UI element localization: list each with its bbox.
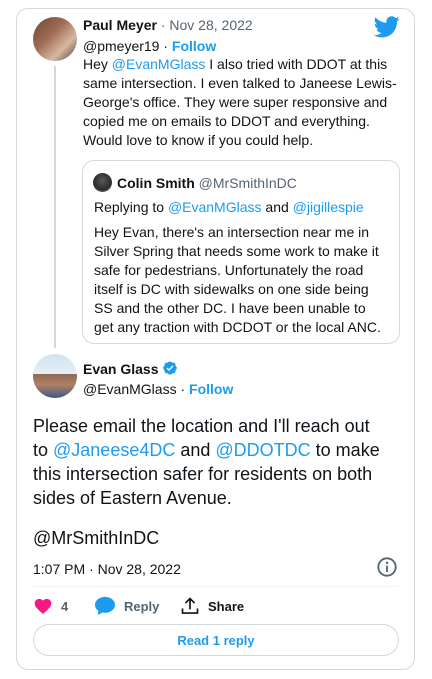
reply-button[interactable]: Reply	[94, 596, 159, 616]
heart-icon	[34, 598, 52, 614]
avatar-paul-meyer[interactable]	[33, 17, 77, 61]
share-icon	[181, 597, 199, 614]
avatar-evan-glass[interactable]	[33, 354, 77, 398]
replying-to-line: Replying to @EvanMGlass and @jigillespie	[94, 199, 364, 215]
divider	[33, 586, 398, 587]
quote-text-line-5: SS and the other DC. I have been unable …	[94, 300, 366, 316]
quote-text-line-1: Hey Evan, there's an intersection near m…	[94, 224, 370, 240]
mention-janeese4dc[interactable]: @Janeese4DC	[53, 440, 175, 460]
info-icon[interactable]	[376, 556, 398, 578]
reply-bubble-icon	[95, 596, 115, 616]
quote-text-line-6: get any traction with DCDOT or the local…	[94, 319, 381, 335]
tweet1-text-line-1: Hey @EvanMGlass I also tried with DDOT a…	[83, 56, 388, 72]
share-button[interactable]: Share	[180, 596, 244, 616]
tweet1-text-line-3: George's office. They were super respons…	[83, 94, 388, 110]
mention-reply-jigillespie[interactable]: @jigillespie	[293, 199, 364, 215]
tweet1-date[interactable]: Nov 28, 2022	[169, 17, 252, 33]
follow-button-paul[interactable]: Follow	[172, 38, 216, 54]
quoted-author: Colin Smith @MrSmithInDC	[117, 175, 297, 191]
author-handle-evan: @EvanMGlass · Follow	[83, 381, 234, 397]
author-name-paul[interactable]: Paul Meyer · Nov 28, 2022	[83, 17, 253, 33]
mention-reply-evanmglass[interactable]: @EvanMGlass	[168, 199, 262, 215]
main-text-line-1: Please email the location and I'll reach…	[33, 416, 370, 436]
avatar-colin-smith	[93, 173, 112, 192]
verified-badge-icon	[162, 361, 177, 375]
thread-line	[54, 66, 56, 348]
timestamp[interactable]: 1:07 PM · Nov 28, 2022	[33, 560, 181, 578]
main-text-line-4: sides of Eastern Avenue.	[33, 488, 232, 508]
follow-button-evan[interactable]: Follow	[189, 381, 233, 397]
mention-ddotdc[interactable]: @DDOTDC	[215, 440, 310, 460]
read-replies-button[interactable]: Read 1 reply	[33, 624, 399, 656]
mention-evanmglass[interactable]: @EvanMGlass	[112, 56, 206, 72]
author-name-evan[interactable]: Evan Glass	[83, 360, 178, 377]
author-handle-paul: @pmeyer19 · Follow	[83, 38, 217, 54]
twitter-bird-icon[interactable]	[374, 16, 400, 38]
main-text-line-3: this intersection safer for residents on…	[33, 464, 373, 484]
main-text-line-2: to @Janeese4DC and @DDOTDC to make	[33, 440, 380, 460]
quote-text-line-2: Silver Spring that needs some work to ma…	[94, 243, 379, 259]
mention-mrsmithindc[interactable]: @MrSmithInDC	[33, 526, 159, 550]
like-button[interactable]: 4	[33, 596, 68, 616]
quote-text-line-4: itself is DC with sidewalks on one side …	[94, 281, 369, 297]
tweet1-text-line-2: same intersection. I even talked to Jane…	[83, 75, 397, 91]
like-count: 4	[61, 598, 69, 614]
quote-text-line-3: safe for pedestrians. Unfortunately the …	[94, 262, 364, 278]
tweet1-text-line-5: Would love to know if you could help.	[83, 132, 314, 148]
tweet1-text-line-4: copied me on emails to DDOT and everythi…	[83, 113, 370, 129]
